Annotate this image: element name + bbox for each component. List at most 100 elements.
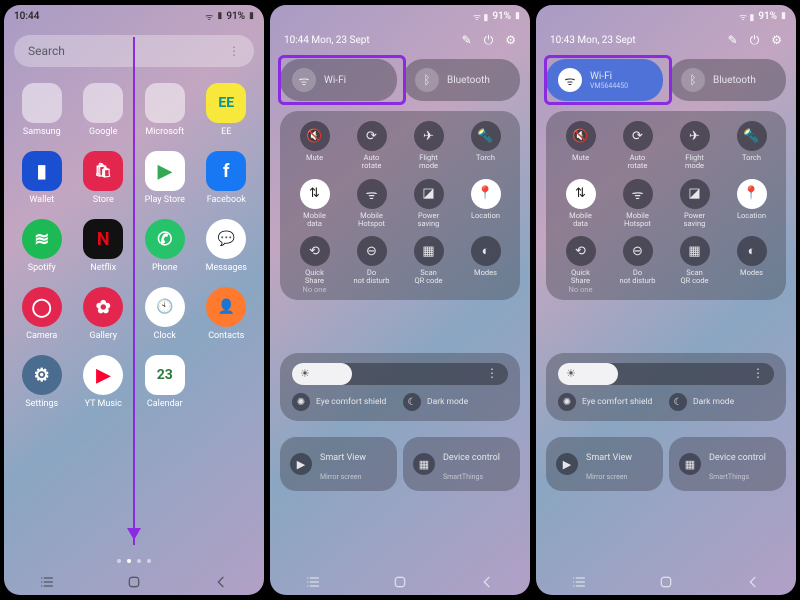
nav-home-icon[interactable] xyxy=(392,574,408,590)
brightness-more-icon[interactable]: ⋮ xyxy=(486,366,498,380)
app-spotify[interactable]: ≋Spotify xyxy=(14,219,70,273)
app-wallet[interactable]: ▮Wallet xyxy=(14,151,70,205)
tile-label: QuickShareNo one xyxy=(303,269,327,294)
app-store[interactable]: 🛍Store xyxy=(76,151,132,205)
app-camera[interactable]: ◯Camera xyxy=(14,287,70,341)
tile-label: Flightmode xyxy=(419,154,438,171)
tile-location[interactable]: 📍 Location xyxy=(457,179,514,229)
dark-label: Dark mode xyxy=(693,397,734,407)
device-control-card[interactable]: ▦ Device controlSmartThings xyxy=(403,437,520,491)
device-control-card[interactable]: ▦ Device controlSmartThings xyxy=(669,437,786,491)
nav-back-icon[interactable] xyxy=(213,574,229,590)
app-clock[interactable]: 🕙Clock xyxy=(137,287,193,341)
tile-modes[interactable]: ◐ Modes xyxy=(457,236,514,294)
dark-mode-toggle[interactable]: ☾Dark mode xyxy=(403,393,508,411)
app-gallery[interactable]: ✿Gallery xyxy=(76,287,132,341)
tile-quick share[interactable]: ⟲ QuickShareNo one xyxy=(286,236,343,294)
tile-location[interactable]: 📍 Location xyxy=(723,179,780,229)
wifi-tile[interactable]: ᯤ Wi-FiVM5644450 xyxy=(546,59,663,101)
tile-mobile hotspot[interactable]: ᯤ MobileHotspot xyxy=(609,179,666,229)
search-more-icon[interactable]: ⋮ xyxy=(228,44,240,58)
app-messages[interactable]: 💬Messages xyxy=(199,219,255,273)
edit-icon[interactable]: ✎ xyxy=(462,33,472,48)
tile-do not disturb[interactable]: ⊖ Donot disturb xyxy=(343,236,400,294)
app-microsoft[interactable]: Microsoft xyxy=(137,83,193,137)
panel-header: 10:44 Mon, 23 Sept ✎ ⏻ ⚙ xyxy=(270,33,530,48)
tile-torch[interactable]: 🔦 Torch xyxy=(723,121,780,171)
wifi-tile[interactable]: ᯤ Wi-Fi xyxy=(280,59,397,101)
tile-icon: ◪ xyxy=(414,179,444,209)
eye-comfort-toggle[interactable]: ✺Eye comfort shield xyxy=(558,393,663,411)
tile-mute[interactable]: 🔇 Mute xyxy=(286,121,343,171)
big-tiles: ᯤ Wi-FiVM5644450 ᛒ Bluetooth xyxy=(546,59,786,101)
tile-flight mode[interactable]: ✈ Flightmode xyxy=(400,121,457,171)
tile-scan qr code[interactable]: ▦ ScanQR code xyxy=(400,236,457,294)
battery-icon: ▮ xyxy=(515,11,520,21)
app-yt-music[interactable]: ▶YT Music xyxy=(76,355,132,409)
edit-icon[interactable]: ✎ xyxy=(728,33,738,48)
cast-icon: ▶ xyxy=(556,453,578,475)
tile-auto rotate[interactable]: ⟳ Autorotate xyxy=(609,121,666,171)
app-calendar[interactable]: 23Calendar xyxy=(137,355,193,409)
bluetooth-tile[interactable]: ᛒ Bluetooth xyxy=(669,59,786,101)
moon-icon: ☾ xyxy=(403,393,421,411)
tile-mobile hotspot[interactable]: ᯤ MobileHotspot xyxy=(343,179,400,229)
smart-view-card[interactable]: ▶ Smart ViewMirror screen xyxy=(546,437,663,491)
tile-scan qr code[interactable]: ▦ ScanQR code xyxy=(666,236,723,294)
tile-do not disturb[interactable]: ⊖ Donot disturb xyxy=(609,236,666,294)
brightness-card: ☀ ⋮ ✺Eye comfort shield ☾Dark mode xyxy=(280,353,520,421)
app-samsung[interactable]: Samsung xyxy=(14,83,70,137)
tile-flight mode[interactable]: ✈ Flightmode xyxy=(666,121,723,171)
tile-power saving[interactable]: ◪ Powersaving xyxy=(400,179,457,229)
tile-label: Donot disturb xyxy=(620,269,656,286)
tile-modes[interactable]: ◐ Modes xyxy=(723,236,780,294)
app-play-store[interactable]: ▶Play Store xyxy=(137,151,193,205)
nav-back-icon[interactable] xyxy=(479,574,495,590)
settings-icon[interactable]: ⚙ xyxy=(771,33,782,48)
tile-mobile data[interactable]: ⇅ Mobiledata xyxy=(286,179,343,229)
nav-home-icon[interactable] xyxy=(126,574,142,590)
brightness-more-icon[interactable]: ⋮ xyxy=(752,366,764,380)
app-phone[interactable]: ✆Phone xyxy=(137,219,193,273)
app-icon: 🕙 xyxy=(145,287,185,327)
app-settings[interactable]: ⚙Settings xyxy=(14,355,70,409)
power-icon[interactable]: ⏻ xyxy=(484,33,494,48)
app-google[interactable]: Google xyxy=(76,83,132,137)
app-netflix[interactable]: NNetflix xyxy=(76,219,132,273)
app-ee[interactable]: EEEE xyxy=(199,83,255,137)
settings-icon[interactable]: ⚙ xyxy=(505,33,516,48)
eye-comfort-toggle[interactable]: ✺Eye comfort shield xyxy=(292,393,397,411)
app-contacts[interactable]: 👤Contacts xyxy=(199,287,255,341)
dark-mode-toggle[interactable]: ☾Dark mode xyxy=(669,393,774,411)
battery-icon: ▮ xyxy=(249,11,254,21)
bluetooth-icon: ᛒ xyxy=(415,68,439,92)
tile-label: Powersaving xyxy=(684,212,706,229)
status-time: 10:44 xyxy=(14,11,39,22)
smart-view-card[interactable]: ▶ Smart ViewMirror screen xyxy=(280,437,397,491)
battery-text: 91% xyxy=(226,11,245,22)
tile-icon: 🔇 xyxy=(566,121,596,151)
brightness-slider[interactable]: ☀ ⋮ xyxy=(558,363,774,385)
bluetooth-tile[interactable]: ᛒ Bluetooth xyxy=(403,59,520,101)
wifi-subtext: VM5644450 xyxy=(590,82,628,90)
nav-recents-icon[interactable] xyxy=(39,574,55,590)
tile-mute[interactable]: 🔇 Mute xyxy=(552,121,609,171)
wifi-icon: ᯤ xyxy=(292,68,316,92)
tile-mobile data[interactable]: ⇅ Mobiledata xyxy=(552,179,609,229)
brightness-slider[interactable]: ☀ ⋮ xyxy=(292,363,508,385)
nav-home-icon[interactable] xyxy=(658,574,674,590)
tile-label: QuickShareNo one xyxy=(569,269,593,294)
bluetooth-icon: ᛒ xyxy=(681,68,705,92)
tile-power saving[interactable]: ◪ Powersaving xyxy=(666,179,723,229)
nav-recents-icon[interactable] xyxy=(571,574,587,590)
tile-auto rotate[interactable]: ⟳ Autorotate xyxy=(343,121,400,171)
tile-quick share[interactable]: ⟲ QuickShareNo one xyxy=(552,236,609,294)
nav-recents-icon[interactable] xyxy=(305,574,321,590)
tile-torch[interactable]: 🔦 Torch xyxy=(457,121,514,171)
app-facebook[interactable]: fFacebook xyxy=(199,151,255,205)
quick-tiles-grid: 🔇 Mute ⟳ Autorotate ✈ Flightmode 🔦 Torch… xyxy=(546,111,786,300)
nav-back-icon[interactable] xyxy=(745,574,761,590)
brightness-icon: ☀ xyxy=(300,367,310,380)
eye-icon: ✺ xyxy=(558,393,576,411)
power-icon[interactable]: ⏻ xyxy=(750,33,760,48)
